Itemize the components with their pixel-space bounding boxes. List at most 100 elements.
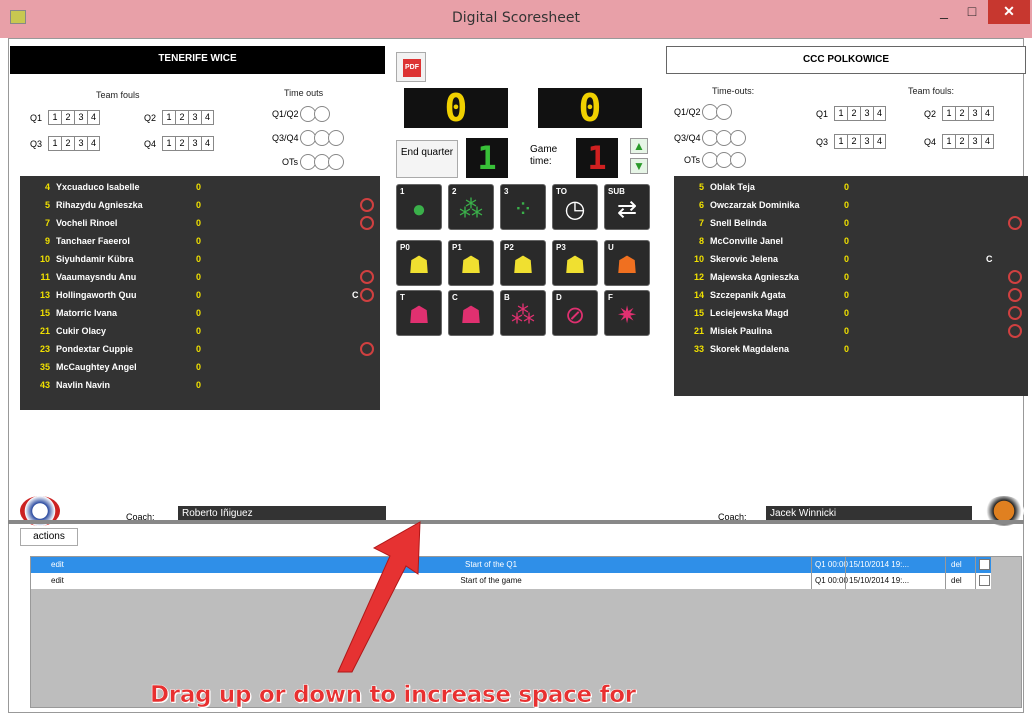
action-button-p3[interactable]: P3 ☗ <box>552 240 598 286</box>
foul-cell[interactable]: 1 <box>834 134 847 149</box>
foul-cell[interactable]: 2 <box>61 136 74 151</box>
foul-cell[interactable]: 2 <box>61 110 74 125</box>
player-row[interactable]: 10 Siyuhdamir Kübra 0 <box>20 250 380 268</box>
foul-cell[interactable]: 4 <box>87 136 100 151</box>
foul-cell[interactable]: 4 <box>201 110 214 125</box>
close-button[interactable]: ✕ <box>988 0 1030 24</box>
pdf-export-button[interactable]: PDF <box>396 52 426 82</box>
edit-link[interactable]: edit <box>51 573 64 589</box>
timeout-clock-icon: ◷ <box>564 196 586 223</box>
delete-link[interactable]: del <box>951 557 962 573</box>
game-time-up-arrow[interactable]: ▲ <box>630 138 648 154</box>
foul-cell[interactable]: 1 <box>48 110 61 125</box>
action-button-3[interactable]: 3 ⁘ <box>500 184 546 230</box>
player-row[interactable]: 15 Leciejewska Magd 0 <box>674 304 1028 322</box>
player-row[interactable]: 8 McConville Janel 0 <box>674 232 1028 250</box>
foul-cell[interactable]: 3 <box>968 134 981 149</box>
player-row[interactable]: 21 Misiek Paulina 0 <box>674 322 1028 340</box>
actions-tab[interactable]: actions <box>20 528 78 546</box>
foul-cell[interactable]: 1 <box>834 106 847 121</box>
action-button-p0[interactable]: P0 ☗ <box>396 240 442 286</box>
action-button-to[interactable]: TO ◷ <box>552 184 598 230</box>
player-row[interactable]: 7 Vocheli Rinoel 0 <box>20 214 380 232</box>
action-button-d[interactable]: D ⊘ <box>552 290 598 336</box>
timeout-circle[interactable] <box>328 154 344 170</box>
timeout-circle[interactable] <box>328 130 344 146</box>
foul-cell[interactable]: 4 <box>981 134 994 149</box>
player-row[interactable]: 21 Cukir Olacy 0 <box>20 322 380 340</box>
player-row[interactable]: 33 Skorek Magdalena 0 <box>674 340 1028 358</box>
foul-cell[interactable]: 3 <box>860 106 873 121</box>
player-row[interactable]: 5 Rihazydu Agnieszka 0 <box>20 196 380 214</box>
timeout-circle[interactable] <box>314 106 330 122</box>
player-row[interactable]: 35 McCaughtey Angel 0 <box>20 358 380 376</box>
action-button-f[interactable]: F ✷ <box>604 290 650 336</box>
action-button-u[interactable]: U ☗ <box>604 240 650 286</box>
foul-cell[interactable]: 4 <box>873 106 886 121</box>
panel-splitter[interactable] <box>8 520 1024 524</box>
player-row[interactable]: 14 Szczepanik Agata 0 <box>674 286 1028 304</box>
minimize-button[interactable]: _ <box>930 0 958 24</box>
player-row[interactable]: 12 Majewska Agnieszka 0 <box>674 268 1028 286</box>
action-log-row[interactable]: edit Start of the game Q1 00:00 15/10/2014 … <box>31 573 991 589</box>
action-button-1[interactable]: 1 ● <box>396 184 442 230</box>
player-row[interactable]: 15 Matorric Ivana 0 <box>20 304 380 322</box>
foul-cell[interactable]: 3 <box>74 136 87 151</box>
timeout-circle[interactable] <box>730 130 746 146</box>
player-row[interactable]: 7 Snell Belinda 0 <box>674 214 1028 232</box>
player-row[interactable]: 6 Owczarzak Dominika 0 <box>674 196 1028 214</box>
foul-cell[interactable]: 3 <box>968 106 981 121</box>
row-checkbox[interactable] <box>979 559 990 570</box>
player-row[interactable]: 9 Tanchaer Faeerol 0 <box>20 232 380 250</box>
player-number: 5 <box>44 200 50 210</box>
player-row[interactable]: 10 Skerovic Jelena 0 C <box>674 250 1028 268</box>
timeout-circle[interactable] <box>716 104 732 120</box>
action-button-t[interactable]: T ☗ <box>396 290 442 336</box>
game-time-down-arrow[interactable]: ▼ <box>630 158 648 174</box>
foul-cell[interactable]: 3 <box>74 110 87 125</box>
player-row[interactable]: 5 Oblak Teja 0 <box>674 178 1028 196</box>
edit-link[interactable]: edit <box>51 557 64 573</box>
action-button-sub[interactable]: SUB ⇄ <box>604 184 650 230</box>
action-button-2[interactable]: 2 ⁂ <box>448 184 494 230</box>
foul-cell[interactable]: 1 <box>162 136 175 151</box>
action-button-p2[interactable]: P2 ☗ <box>500 240 546 286</box>
foul-cell[interactable]: 1 <box>942 106 955 121</box>
action-button-c[interactable]: C ☗ <box>448 290 494 336</box>
foul-cell[interactable]: 1 <box>48 136 61 151</box>
foul-cell[interactable]: 3 <box>860 134 873 149</box>
foul-cell[interactable]: 4 <box>981 106 994 121</box>
timeout-period-label: Q3/Q4 <box>272 133 299 143</box>
player-row[interactable]: 43 Navlin Navin 0 <box>20 376 380 394</box>
foul-cell[interactable]: 3 <box>188 110 201 125</box>
action-button-p1[interactable]: P1 ☗ <box>448 240 494 286</box>
player-row[interactable]: 4 Yxcuaduco Isabelle 0 <box>20 178 380 196</box>
player-name: Rihazydu Agnieszka <box>56 200 143 210</box>
end-quarter-button[interactable]: End quarter <box>396 140 458 178</box>
foul-cell[interactable]: 1 <box>942 134 955 149</box>
foul-cell[interactable]: 2 <box>175 110 188 125</box>
player-row[interactable]: 23 Pondextar Cuppie 0 <box>20 340 380 358</box>
foul-cell[interactable]: 3 <box>188 136 201 151</box>
row-checkbox[interactable] <box>979 575 990 586</box>
foul-cell[interactable]: 2 <box>955 134 968 149</box>
maximize-button[interactable]: □ <box>958 0 986 24</box>
window-titlebar[interactable]: Digital Scoresheet _ □ ✕ <box>0 0 1032 38</box>
player-row[interactable]: 11 Vaaumaysndu Anu 0 <box>20 268 380 286</box>
player-row[interactable]: 13 Hollingaworth Quu 0 C <box>20 286 380 304</box>
foul-cell[interactable]: 1 <box>162 110 175 125</box>
foul-cell[interactable]: 2 <box>847 134 860 149</box>
delete-link[interactable]: del <box>951 573 962 589</box>
foul-cell[interactable]: 2 <box>955 106 968 121</box>
foul-cell[interactable]: 2 <box>175 136 188 151</box>
action-log-row[interactable]: edit Start of the Q1 Q1 00:00 15/10/2014 19… <box>31 557 991 573</box>
foul-cell[interactable]: 2 <box>847 106 860 121</box>
foul-cell[interactable]: 4 <box>873 134 886 149</box>
foul-cell[interactable]: 4 <box>87 110 100 125</box>
home-fouls-q4: Q4 1 2 3 4 <box>138 136 214 151</box>
player-number: 7 <box>44 218 50 228</box>
action-button-b[interactable]: B ⁂ <box>500 290 546 336</box>
player-points: 0 <box>844 200 850 210</box>
foul-cell[interactable]: 4 <box>201 136 214 151</box>
timeout-circle[interactable] <box>730 152 746 168</box>
